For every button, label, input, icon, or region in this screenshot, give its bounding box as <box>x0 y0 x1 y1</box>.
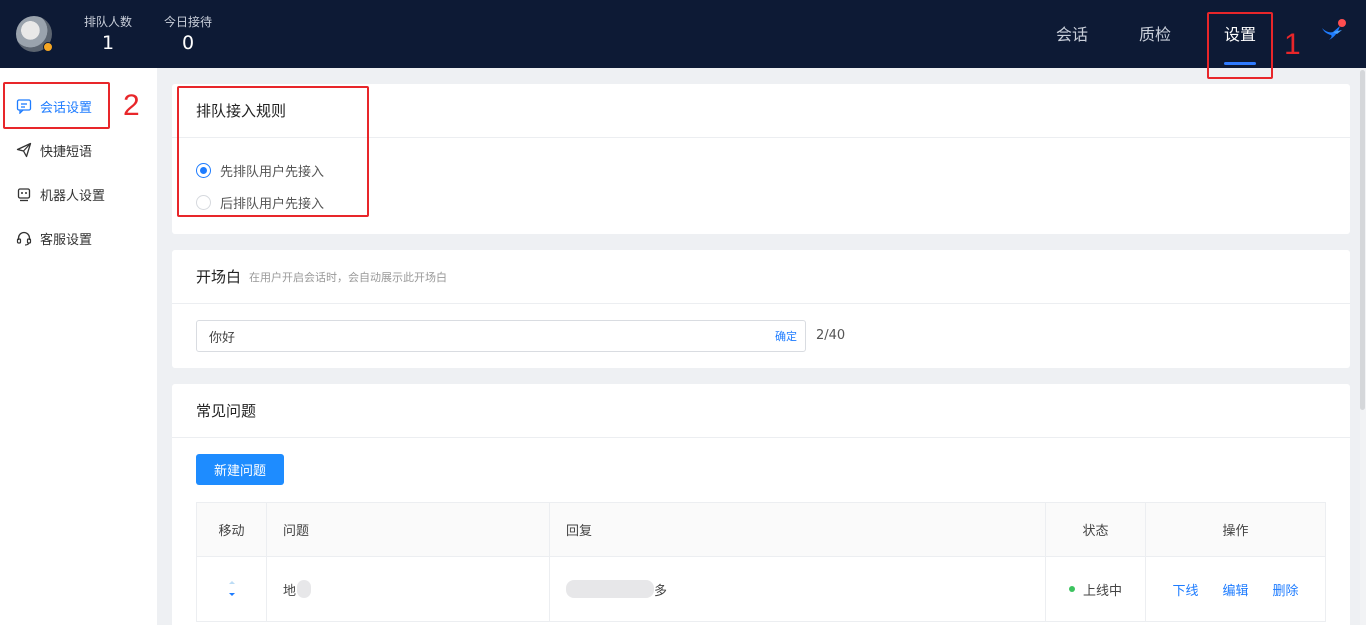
queue-count-label: 排队人数 <box>84 15 133 29</box>
queue-count-value: 1 <box>101 32 115 54</box>
answer-cell: 多 <box>550 557 1046 621</box>
annotation-marker-1: 1 <box>1284 28 1301 61</box>
table-row: 地 多 上线中 下线 编辑 删除 <box>197 557 1325 622</box>
offline-link[interactable]: 下线 <box>1172 580 1198 599</box>
online-status-icon <box>1068 586 1075 592</box>
move-cell <box>197 557 267 621</box>
column-header-move: 移动 <box>197 503 267 556</box>
today-served-stat: 今日接待 0 <box>164 14 212 56</box>
sidebar-item-label: 快捷短语 <box>40 144 93 160</box>
greeting-input-value[interactable]: 你好 <box>209 327 775 346</box>
delete-link[interactable]: 删除 <box>1273 580 1299 599</box>
page-scrollbar-thumb[interactable] <box>1360 70 1365 410</box>
greeting-char-count: 2/40 <box>816 328 846 343</box>
table-header: 移动 问题 回复 状态 操作 <box>197 503 1325 557</box>
status-badge: 上线中 <box>1082 583 1122 599</box>
nav-settings[interactable]: 设置 <box>1224 24 1256 46</box>
sidebar-item-robot-settings[interactable]: 机器人设置 <box>0 177 157 211</box>
actions-cell: 下线 编辑 删除 <box>1146 557 1325 621</box>
nav-quality-check[interactable]: 质检 <box>1139 24 1171 46</box>
nav-chat[interactable]: 会话 <box>1056 24 1088 46</box>
greeting-title: 开场白 <box>196 268 242 286</box>
headset-icon <box>16 230 32 246</box>
new-question-button[interactable]: 新建问题 <box>196 454 284 485</box>
today-served-label: 今日接待 <box>164 15 213 29</box>
sidebar-item-quick-phrases[interactable]: 快捷短语 <box>0 133 157 167</box>
status-dot-icon <box>43 42 53 52</box>
sidebar-item-label: 会话设置 <box>40 100 93 116</box>
notification-dot-icon <box>1338 19 1346 27</box>
sidebar-item-label: 机器人设置 <box>40 188 106 204</box>
faq-header: 常见问题 <box>172 384 1350 438</box>
nav-active-indicator <box>1224 62 1256 65</box>
annotation-marker-2: 2 <box>123 89 140 122</box>
radio-label: 先排队用户先接入 <box>220 165 325 180</box>
faq-card: 常见问题 新建问题 移动 问题 回复 状态 操作 地 多 上线中 下线 编辑 删… <box>172 384 1350 625</box>
queue-rule-header: 排队接入规则 <box>172 84 1350 138</box>
move-arrows-icon[interactable] <box>227 577 237 601</box>
edit-link[interactable]: 编辑 <box>1222 580 1248 599</box>
sidebar: 会话设置 快捷短语 机器人设置 客服设置 <box>0 68 157 625</box>
robot-icon <box>16 186 32 202</box>
question-cell: 地 <box>267 557 550 621</box>
radio-unchecked-icon[interactable] <box>196 195 211 210</box>
faq-title: 常见问题 <box>196 402 257 420</box>
send-icon <box>16 142 32 158</box>
column-header-status: 状态 <box>1046 503 1146 556</box>
greeting-subtitle: 在用户开启会话时，会自动展示此开场白 <box>249 270 448 284</box>
sidebar-item-label: 客服设置 <box>40 232 93 248</box>
queue-count-stat: 排队人数 1 <box>84 14 132 56</box>
today-served-value: 0 <box>181 32 195 54</box>
redacted-text <box>566 580 654 598</box>
sidebar-item-agent-settings[interactable]: 客服设置 <box>0 221 157 255</box>
answer-text: 多 <box>654 583 668 599</box>
radio-first-come[interactable]: 先排队用户先接入 <box>196 161 324 180</box>
greeting-header: 开场白 在用户开启会话时，会自动展示此开场白 <box>172 250 1350 304</box>
status-cell: 上线中 <box>1046 557 1146 621</box>
greeting-card: 开场白 在用户开启会话时，会自动展示此开场白 你好 确定 2/40 <box>172 250 1350 368</box>
top-header: 排队人数 1 今日接待 0 会话 质检 设置 <box>0 0 1366 68</box>
column-header-question: 问题 <box>267 503 550 556</box>
radio-last-come[interactable]: 后排队用户先接入 <box>196 193 324 212</box>
column-header-answer: 回复 <box>550 503 1046 556</box>
redacted-text <box>297 580 312 598</box>
greeting-confirm-button[interactable]: 确定 <box>775 328 797 344</box>
faq-table: 移动 问题 回复 状态 操作 地 多 上线中 下线 编辑 删除 <box>196 502 1326 622</box>
question-text: 地 <box>283 583 297 599</box>
queue-rule-title: 排队接入规则 <box>196 102 287 120</box>
queue-rule-card: 排队接入规则 先排队用户先接入 后排队用户先接入 <box>172 84 1350 234</box>
column-header-actions: 操作 <box>1222 524 1249 539</box>
radio-checked-icon[interactable] <box>196 163 211 178</box>
greeting-input[interactable]: 你好 确定 <box>196 320 806 352</box>
radio-label: 后排队用户先接入 <box>220 197 325 212</box>
chat-settings-icon <box>16 98 32 114</box>
